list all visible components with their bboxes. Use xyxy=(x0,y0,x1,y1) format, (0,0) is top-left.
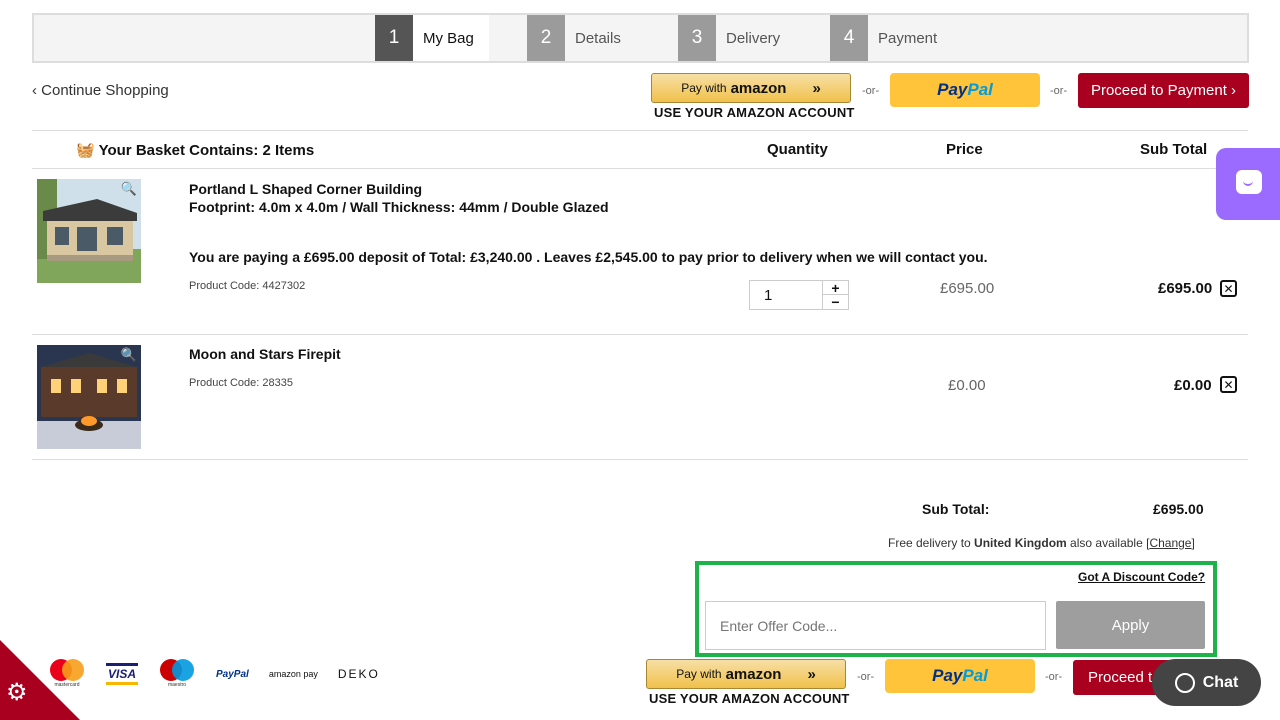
discount-code-link[interactable]: Got A Discount Code? xyxy=(1078,570,1205,584)
product-title[interactable]: Moon and Stars Firepit xyxy=(189,345,341,363)
step-number: 4 xyxy=(830,15,868,61)
maestro-logo: maestro xyxy=(158,659,196,689)
or-separator: -or- xyxy=(1050,85,1068,97)
step-label: Details xyxy=(575,29,621,47)
step-number: 2 xyxy=(527,15,565,61)
basket-icon: 🧺 xyxy=(76,142,95,159)
step-delivery[interactable]: 3 Delivery xyxy=(678,15,780,61)
amazon-pay-prefix: Pay with xyxy=(676,667,722,681)
step-label: Payment xyxy=(878,29,938,47)
col-quantity: Quantity xyxy=(767,141,828,158)
checkout-steps: 1 My Bag 2 Details 3 Delivery 4 Payment xyxy=(32,13,1249,63)
apply-button[interactable]: Apply xyxy=(1056,601,1205,649)
divider xyxy=(32,459,1248,460)
item-price: £0.00 xyxy=(948,377,986,394)
amazon-pay-button[interactable]: Pay with amazon » xyxy=(646,659,846,689)
product-image-portland[interactable]: 🔍 xyxy=(37,179,141,283)
step-details[interactable]: 2 Details xyxy=(527,15,621,61)
product-image-firepit[interactable]: 🔍 xyxy=(37,345,141,449)
quantity-decrease-button[interactable]: − xyxy=(823,294,848,310)
continue-shopping-link[interactable]: ‹ Continue Shopping xyxy=(32,82,169,99)
quantity-increase-button[interactable]: + xyxy=(823,280,848,296)
amazon-account-label: USE YOUR AMAZON ACCOUNT xyxy=(654,105,855,120)
delivery-close-bracket: ] xyxy=(1191,536,1195,550)
step-label: Delivery xyxy=(726,29,781,47)
step-label: My Bag xyxy=(423,29,474,47)
delivery-suffix: also available [ xyxy=(1070,536,1150,550)
gear-icon[interactable]: ⚙ xyxy=(6,678,28,707)
col-price: Price xyxy=(946,141,983,158)
divider xyxy=(32,168,1248,169)
basket-heading-text: Your Basket Contains: 2 Items xyxy=(98,142,315,159)
or-separator: -or- xyxy=(1045,671,1063,683)
payment-logos: mastercard VISA maestro PayPal amazon pa… xyxy=(48,658,380,690)
deko-logo: DEKO xyxy=(337,667,380,681)
step-my-bag[interactable]: 1 My Bag xyxy=(375,15,489,61)
chat-button[interactable]: Chat xyxy=(1152,659,1261,706)
item-price: £695.00 xyxy=(940,280,995,297)
delivery-prefix: Free delivery to xyxy=(888,536,971,550)
paypal-logo: PayPal xyxy=(216,668,249,680)
deposit-note: You are paying a £695.00 deposit of Tota… xyxy=(189,249,988,265)
product-code: Product Code: 28335 xyxy=(189,377,293,389)
chat-widget-tab[interactable] xyxy=(1216,148,1280,220)
change-country-link[interactable]: Change xyxy=(1149,536,1191,550)
divider xyxy=(32,334,1248,335)
subtotal-value: £695.00 xyxy=(1153,501,1204,517)
paypal-logo-pay: Pay xyxy=(932,666,963,685)
step-number: 1 xyxy=(375,15,413,61)
divider xyxy=(32,130,1248,131)
amazon-account-label: USE YOUR AMAZON ACCOUNT xyxy=(649,691,850,706)
amazon-pay-logo: amazon pay xyxy=(268,669,318,679)
visa-logo: VISA xyxy=(106,663,139,685)
proceed-to-payment-button[interactable]: Proceed to Payment › xyxy=(1078,73,1249,108)
quantity-input[interactable]: 1 xyxy=(764,287,772,304)
magnifier-icon[interactable]: 🔍 xyxy=(121,347,137,363)
remove-item-button[interactable]: ✕ xyxy=(1220,376,1237,393)
smile-chat-icon xyxy=(1236,170,1262,194)
step-payment[interactable]: 4 Payment xyxy=(830,15,937,61)
amazon-pay-prefix: Pay with xyxy=(681,81,727,95)
item-subtotal: £0.00 xyxy=(1174,377,1212,394)
maestro-label: maestro xyxy=(167,682,187,688)
subtotal-label: Sub Total: xyxy=(922,501,990,517)
product-title[interactable]: Portland L Shaped Corner Building xyxy=(189,180,422,198)
step-number: 3 xyxy=(678,15,716,61)
paypal-logo-pal: Pal xyxy=(962,666,988,685)
paypal-button[interactable]: Pay Pal xyxy=(890,73,1040,107)
chat-bubble-icon xyxy=(1174,672,1195,693)
chevron-right-icon: » xyxy=(807,665,816,683)
paypal-button[interactable]: Pay Pal xyxy=(885,659,1035,693)
basket-heading: 🧺 Your Basket Contains: 2 Items xyxy=(76,141,314,159)
product-code: Product Code: 4427302 xyxy=(189,280,306,292)
remove-item-button[interactable]: ✕ xyxy=(1220,280,1237,297)
amazon-brand: amazon xyxy=(730,79,787,97)
quantity-stepper[interactable]: 1 + − xyxy=(749,280,849,310)
chevron-right-icon: » xyxy=(812,79,821,97)
quantity-controls: + − xyxy=(822,280,848,310)
item-subtotal: £695.00 xyxy=(1158,280,1213,297)
chat-label: Chat xyxy=(1202,673,1239,691)
amazon-brand: amazon xyxy=(725,665,782,683)
magnifier-icon[interactable]: 🔍 xyxy=(121,181,137,197)
product-subtitle: Footprint: 4.0m x 4.0m / Wall Thickness:… xyxy=(189,199,609,215)
or-separator: -or- xyxy=(857,671,875,683)
col-subtotal: Sub Total xyxy=(1140,141,1208,158)
amazon-pay-button[interactable]: Pay with amazon » xyxy=(651,73,851,103)
offer-code-input[interactable] xyxy=(705,601,1046,650)
or-separator: -or- xyxy=(862,85,880,97)
delivery-note: Free delivery to United Kingdom also ava… xyxy=(888,536,1195,550)
paypal-logo-pay: Pay xyxy=(937,80,968,99)
delivery-country: United Kingdom xyxy=(974,536,1067,550)
paypal-logo-pal: Pal xyxy=(967,80,993,99)
